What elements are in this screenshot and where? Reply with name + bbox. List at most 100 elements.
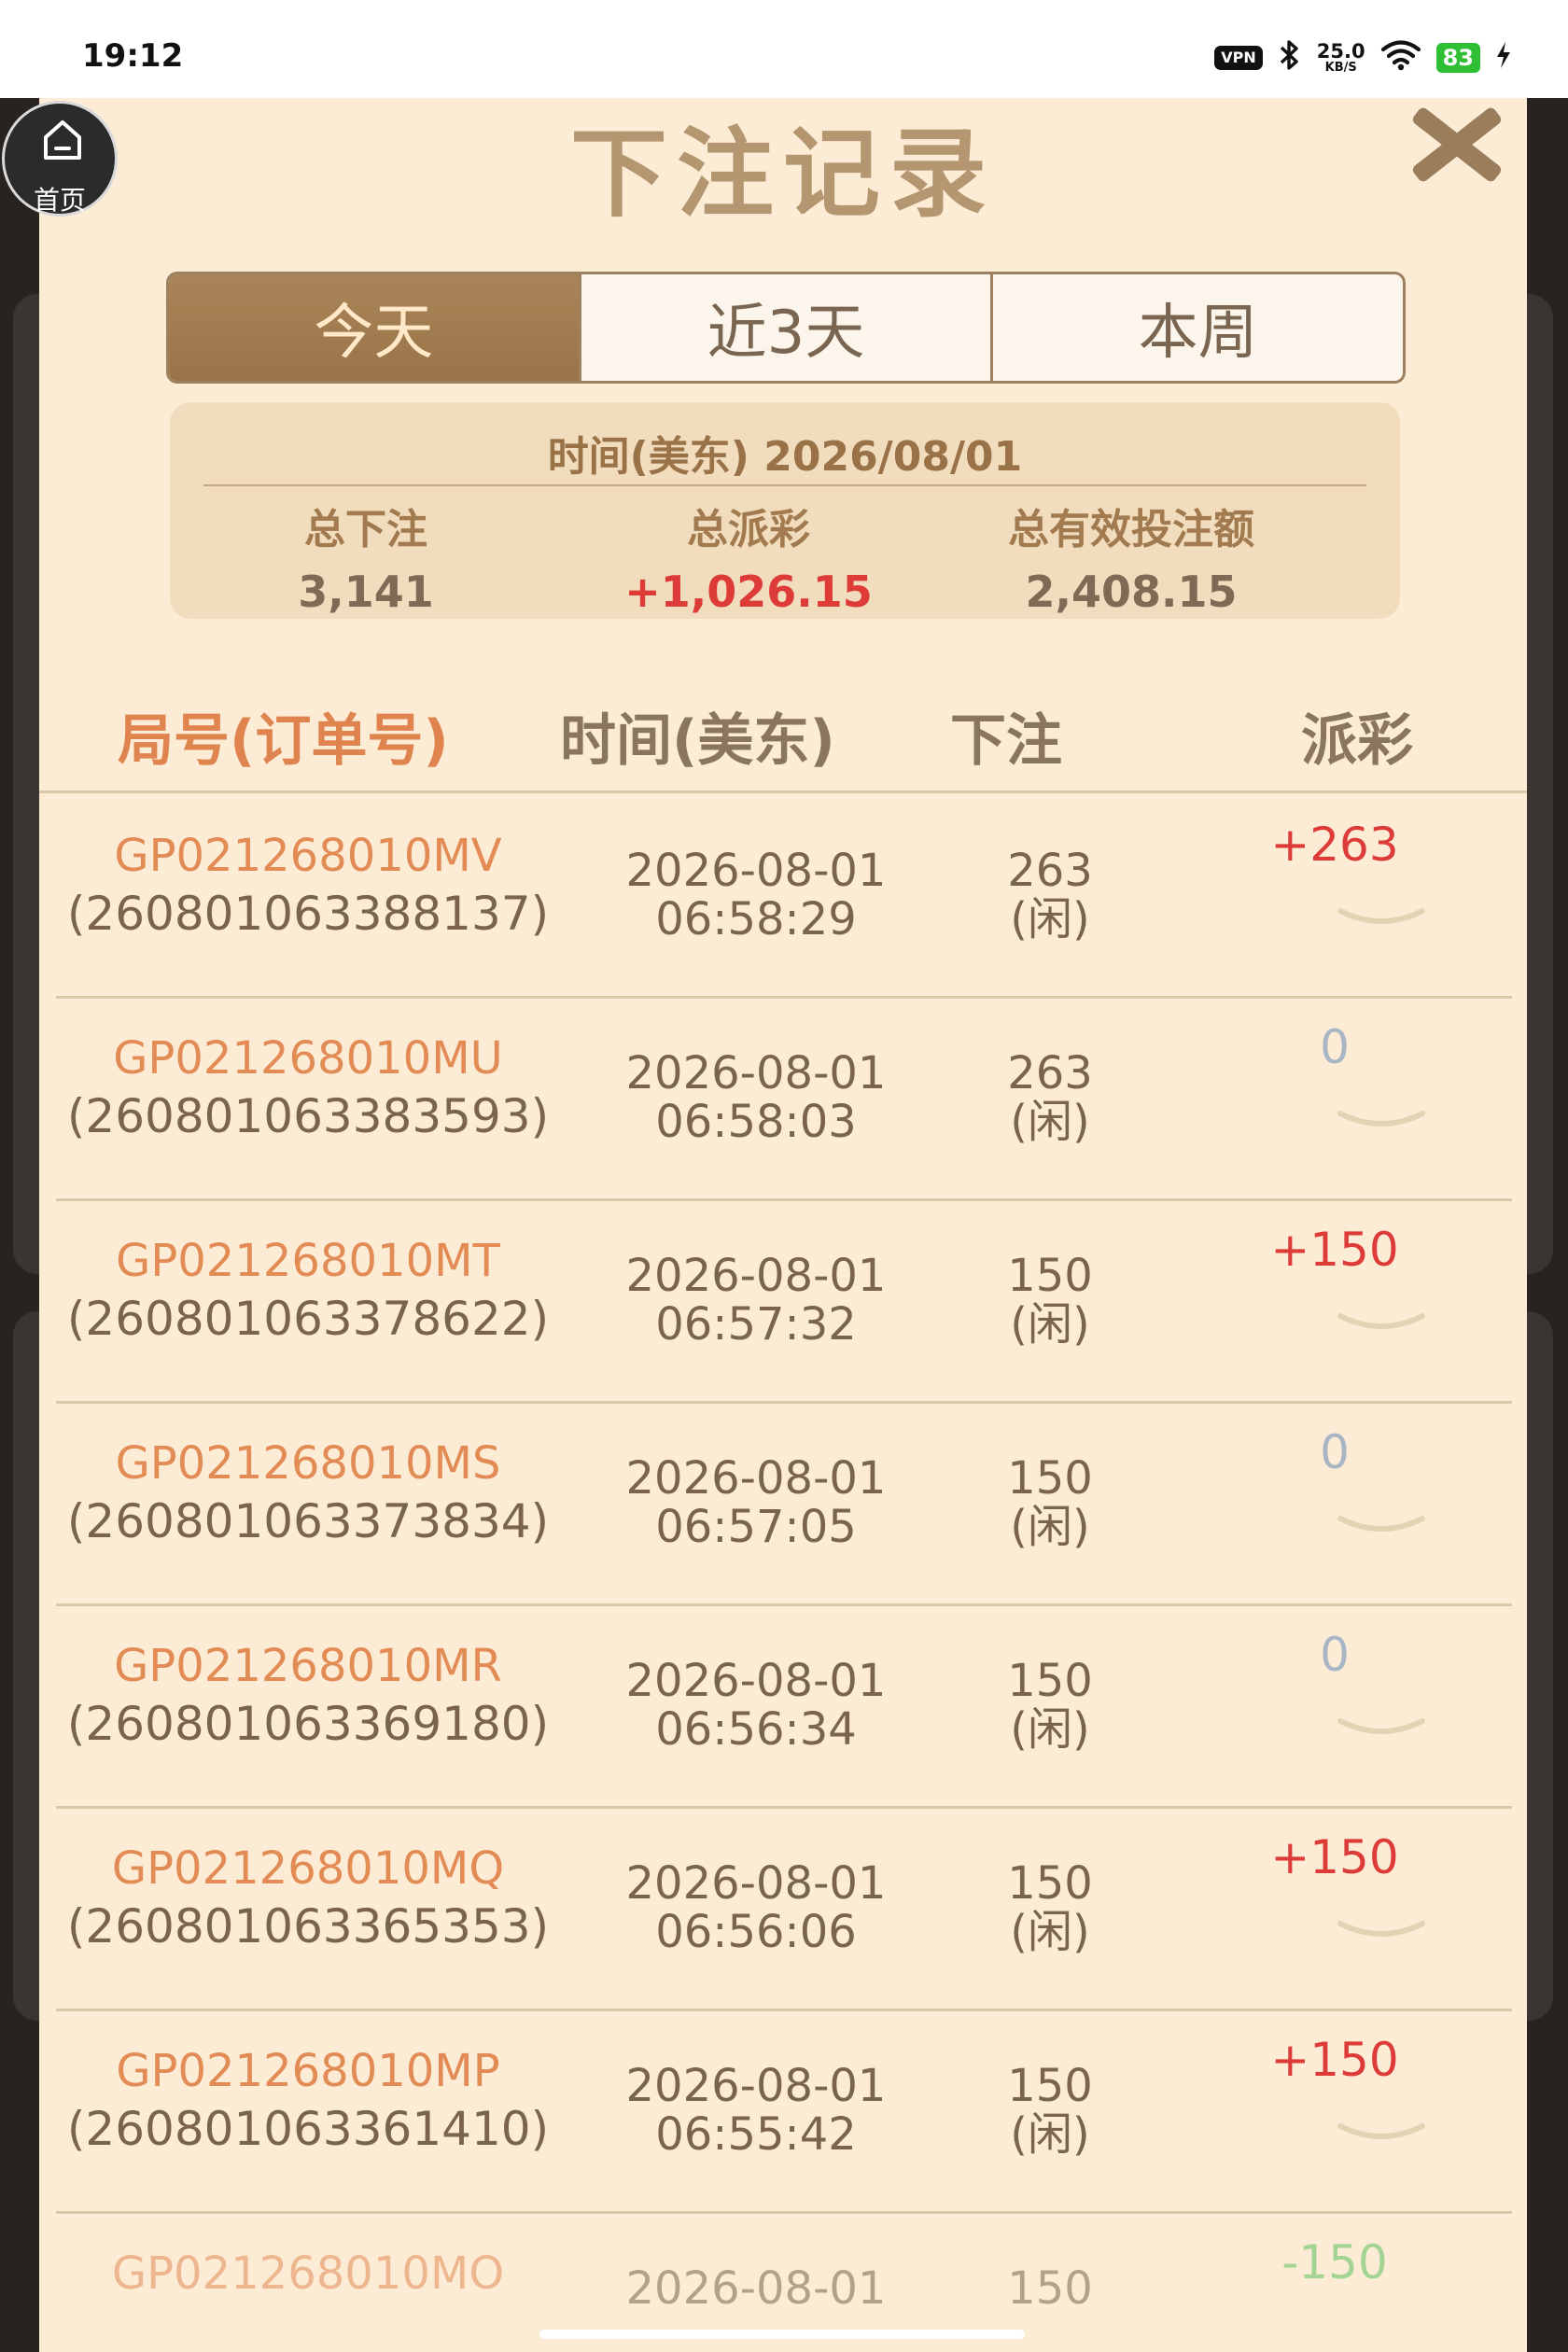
order-id: (260801063373834) <box>66 1493 550 1548</box>
order-id: (260801063383593) <box>66 1088 550 1143</box>
summary-value: 3,141 <box>298 567 434 617</box>
summary-date: 时间(美东) 2026/08/01 <box>547 433 1023 481</box>
payout-value: +150 <box>1270 1223 1399 1277</box>
close-icon[interactable] <box>1406 100 1508 182</box>
round-id: GP021268010MQ <box>111 1842 505 1895</box>
round-id: GP021268010MU <box>113 1032 503 1085</box>
payout-value: -150 <box>1281 2235 1388 2289</box>
round-id: GP021268010MR <box>114 1640 502 1692</box>
bet-date: 2026-08-01 <box>625 1250 887 1302</box>
chevron-down-icon[interactable] <box>1337 1108 1426 1141</box>
summary-panel: 时间(美东) 2026/08/01 总下注 3,141 总派彩 +1,026.1… <box>170 402 1400 619</box>
home-icon <box>44 120 81 160</box>
time-cell: 2026-08-01 06:58:03 <box>560 1047 952 1148</box>
bet-cell: 150 (闲) <box>952 1250 1148 1351</box>
bet-cell: 150 (闲) <box>952 1857 1148 1958</box>
table-row[interactable]: GP021268010MV (260801063388137) 2026-08-… <box>56 793 1512 999</box>
time-cell: 2026-08-01 06:56:06 <box>560 1857 952 1958</box>
table-row[interactable]: GP021268010MS (260801063373834) 2026-08-… <box>56 1401 1512 1606</box>
bet-side: (闲) <box>1010 892 1090 945</box>
bet-history-modal: 下注记录 今天 近3天 本周 时间(美东) 2026/08/01 总下注 3,1… <box>39 98 1527 2352</box>
header-round-order: 局号(订单号) <box>118 708 449 774</box>
round-cell: GP021268010MT (260801063378622) <box>56 1235 560 1346</box>
bet-date: 2026-08-01 <box>625 1655 887 1707</box>
bet-date: 2026-08-01 <box>625 2262 887 2315</box>
status-time: 19:12 <box>82 37 184 75</box>
time-cell: 2026-08-01 06:57:05 <box>560 1452 952 1553</box>
bet-cell: 150 (闲) <box>952 1657 1148 1756</box>
time-cell: 2026-08-01 06:56:34 <box>560 1655 952 1756</box>
chevron-down-icon[interactable] <box>1337 1715 1426 1749</box>
charging-icon <box>1495 41 1512 75</box>
bet-time: 06:58:03 <box>655 1095 857 1148</box>
table-row[interactable]: GP021268010MT (260801063378622) 2026-08-… <box>56 1198 1512 1404</box>
payout-value: +150 <box>1270 1830 1399 1884</box>
summary-total-bet: 总下注 3,141 <box>170 496 562 617</box>
round-id: GP021268010MV <box>114 830 502 882</box>
chevron-down-icon[interactable] <box>1337 905 1426 939</box>
table-row[interactable]: GP021268010MP (260801063361410) 2026-08-… <box>56 2009 1512 2214</box>
tab-this-week[interactable]: 本周 <box>990 274 1403 381</box>
bet-date: 2026-08-01 <box>625 1452 887 1505</box>
payout-value: 0 <box>1320 1628 1350 1682</box>
tab-last-3-days[interactable]: 近3天 <box>578 274 991 381</box>
header-time: 时间(美东) <box>560 708 835 774</box>
vpn-badge: VPN <box>1214 46 1263 70</box>
bet-side: (闲) <box>1010 1905 1090 1958</box>
payout-value: +263 <box>1270 818 1399 872</box>
bet-time: 06:56:06 <box>655 1905 857 1958</box>
round-cell: GP021268010MU (260801063383593) <box>56 1032 560 1143</box>
bet-time: 06:57:05 <box>655 1500 857 1553</box>
bet-cell: 150 (闲) <box>952 2060 1148 2161</box>
chevron-down-icon[interactable] <box>1337 2121 1426 2154</box>
bet-side: (闲) <box>1010 1500 1090 1553</box>
bet-amount: 150 <box>1007 1857 1093 1910</box>
bet-cell: 263 (闲) <box>952 847 1148 945</box>
modal-title: 下注记录 <box>569 117 996 231</box>
chevron-down-icon[interactable] <box>1337 1513 1426 1547</box>
network-speed: 25.0 KB/S <box>1317 42 1365 75</box>
round-cell: GP021268010MR (260801063369180) <box>56 1640 560 1749</box>
header-payout: 派彩 <box>1301 708 1413 774</box>
home-button[interactable]: 首页 <box>2 101 118 217</box>
network-speed-unit: KB/S <box>1324 61 1357 75</box>
chevron-down-icon[interactable] <box>1337 1918 1426 1952</box>
home-indicator[interactable] <box>539 2330 1025 2339</box>
bet-amount: 150 <box>1007 2262 1093 2315</box>
round-cell: GP021268010MV (260801063388137) <box>56 830 560 939</box>
summary-label: 总派彩 <box>687 506 810 553</box>
bet-date: 2026-08-01 <box>625 2060 887 2112</box>
order-id: (260801063361410) <box>66 2101 550 2156</box>
bet-cell: 150 <box>952 2262 1148 2315</box>
bet-side: (闲) <box>1010 1297 1090 1351</box>
bet-time: 06:56:34 <box>655 1702 857 1756</box>
bet-side: (闲) <box>1010 2107 1090 2161</box>
bet-amount: 150 <box>1007 2060 1093 2112</box>
order-id: (260801063378622) <box>66 1291 550 1346</box>
tab-today[interactable]: 今天 <box>169 274 579 381</box>
summary-value: +1,026.15 <box>624 567 873 617</box>
round-id: GP021268010MS <box>115 1437 501 1490</box>
time-cell: 2026-08-01 06:55:42 <box>560 2060 952 2160</box>
round-id: GP021268010MT <box>116 1235 500 1287</box>
time-cell: 2026-08-01 06:57:32 <box>560 1250 952 1350</box>
chevron-down-icon[interactable] <box>1337 1310 1426 1344</box>
bet-date: 2026-08-01 <box>625 1857 887 1910</box>
time-cell: 2026-08-01 06:58:29 <box>560 847 952 945</box>
table-row[interactable]: GP021268010MR (260801063369180) 2026-08-… <box>56 1603 1512 1809</box>
bet-side: (闲) <box>1010 1702 1090 1756</box>
table-row[interactable]: GP021268010MU (260801063383593) 2026-08-… <box>56 996 1512 1201</box>
bet-amount: 150 <box>1007 1250 1093 1302</box>
payout-value: +150 <box>1270 2033 1399 2087</box>
round-cell: GP021268010MO <box>56 2247 560 2300</box>
round-id: GP021268010MO <box>111 2247 505 2300</box>
header-bet: 下注 <box>950 708 1062 774</box>
order-id: (260801063365353) <box>66 1898 550 1953</box>
table-row[interactable]: GP021268010MQ (260801063365353) 2026-08-… <box>56 1806 1512 2011</box>
status-bar: 19:12 VPN 25.0 KB/S 83 <box>0 0 1568 98</box>
bet-date: 2026-08-01 <box>625 1047 887 1099</box>
bet-amount: 150 <box>1007 1452 1093 1505</box>
bet-cell: 150 (闲) <box>952 1452 1148 1553</box>
bet-amount: 263 <box>1007 1047 1093 1099</box>
bluetooth-icon <box>1278 39 1302 77</box>
